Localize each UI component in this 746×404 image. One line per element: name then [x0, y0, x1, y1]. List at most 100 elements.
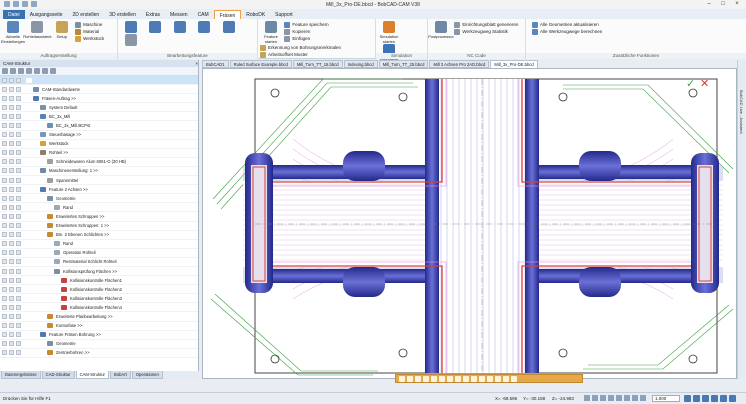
tree-row[interactable]: Spannmittel [0, 176, 198, 186]
tree-row[interactable]: Erweitertes Schruppen: 1 >> [0, 222, 198, 231]
rohteilassistent-button[interactable]: Rohteilassistent [23, 21, 52, 39]
right-side-panel-tab[interactable]: BobCAD Live - Assistent [737, 60, 746, 379]
tree-row-toggles[interactable] [0, 323, 26, 329]
menu-tab-support[interactable]: Support [270, 10, 298, 19]
tree-row-toggles[interactable] [0, 132, 26, 138]
einrichtungsblatt-button[interactable]: Einrichtungsblatt generieren [454, 21, 518, 28]
feature-face-button[interactable] [218, 21, 240, 34]
quick-access-toolbar[interactable] [4, 1, 37, 7]
tree-row-toggles[interactable] [0, 123, 26, 129]
aktuelle-einstellungen-button[interactable]: Aktuelle Einstellungen [1, 21, 25, 44]
document-tab[interactable]: Mill_3x_Pro-DE.bbcd [490, 60, 538, 68]
tree-row[interactable]: Restmaterial Schlicht Rohteil [0, 258, 198, 267]
tree-row[interactable]: System Default [0, 103, 198, 113]
left-panel-tab[interactable]: Datenergebnisse [1, 371, 41, 379]
tree-row-toggles[interactable] [0, 86, 26, 92]
snap-toggles[interactable] [584, 395, 646, 401]
left-panel-tab[interactable]: CAM-Struktur [75, 371, 109, 379]
status-icons[interactable] [684, 395, 736, 402]
tree-row[interactable]: Rand [0, 240, 198, 249]
tree-row[interactable]: Schneidewaren Alum 6061-O (30 HB) [0, 158, 198, 167]
tree-row-toggles[interactable] [0, 277, 26, 283]
tree-row-toggles[interactable] [0, 232, 26, 238]
menu-tab-datei[interactable]: Datei [3, 10, 25, 19]
tree-row-toggles[interactable] [0, 313, 26, 319]
tree-row-toggles[interactable] [0, 104, 26, 110]
tree-row-toggles[interactable] [0, 150, 26, 156]
left-panel-tab[interactable]: Operationen [131, 371, 163, 379]
material-button[interactable]: Material [75, 28, 104, 35]
tree-row-toggles[interactable] [0, 295, 26, 301]
tree-row[interactable]: Bm. 2 Ebenen Schlichten >> [0, 231, 198, 240]
menu-tab-cam[interactable]: CAM [193, 10, 214, 19]
tree-row[interactable]: Geometrie [0, 194, 198, 204]
tree-row[interactable]: Kollisionskontrolle Flächen1 [0, 276, 198, 286]
feature-2d-button[interactable] [120, 21, 142, 34]
left-panel-tab[interactable]: CAD-Struktur [41, 371, 75, 379]
werkzeugweg-statistik-button[interactable]: Werkzeugweg Statistik [454, 28, 518, 35]
tree-row-toggles[interactable] [0, 186, 26, 192]
tree-row-toggles[interactable] [0, 268, 26, 274]
feature-drill-button[interactable] [169, 21, 191, 34]
tree-row[interactable]: Feature Fräsen Bohrung >> [0, 331, 198, 340]
tree-row-toggles[interactable] [0, 332, 26, 338]
panel-close-icon[interactable]: × [195, 60, 198, 67]
feature-3d-button[interactable] [144, 21, 166, 34]
tree-row[interactable]: Werkstück [0, 140, 198, 149]
feature-pocket-button[interactable] [193, 21, 215, 34]
tree-row-toggles[interactable] [0, 250, 26, 256]
document-tab[interactable]: Indexing.bbcd [343, 60, 378, 68]
maschine-button[interactable]: Maschine [75, 21, 104, 28]
menu-tab-robodk[interactable]: RoboDK [241, 10, 270, 19]
feature-starten-button[interactable]: Feature starten [260, 21, 282, 44]
tree-row-toggles[interactable] [0, 304, 26, 310]
menu-tab-ausgangsseite[interactable]: Ausgangsseite [25, 10, 68, 19]
tree-row-toggles[interactable] [0, 204, 26, 210]
tree-row-toggles[interactable] [0, 350, 26, 356]
kopieren-button[interactable]: Kopieren [284, 28, 328, 35]
tree-row[interactable]: Fräsen-Auftrag >> [0, 94, 198, 104]
tree-row-toggles[interactable] [0, 195, 26, 201]
feature-more-button[interactable] [120, 34, 142, 47]
window-controls[interactable]: – □ × [702, 0, 744, 9]
tree-row[interactable]: Steuerbasage >> [0, 131, 198, 140]
tree-row-toggles[interactable] [0, 259, 26, 265]
werkstueck-button[interactable]: Werkstück [75, 35, 104, 42]
view-toolbar[interactable] [395, 374, 583, 383]
tree-row[interactable]: BC_3x_Mill.BCPst [0, 121, 198, 131]
alle-werkzeugwege-berechnen-button[interactable]: Alle Werkzeugwege berechnen [532, 28, 602, 35]
tree-row-toggles[interactable] [0, 141, 26, 147]
tree-row[interactable]: Erweiterte Planbearbeitung >> [0, 312, 198, 322]
zoom-field[interactable]: 1.000 [652, 395, 680, 402]
postprozessor-button[interactable]: Postprozessor [428, 21, 454, 39]
tree-row[interactable]: Erweitertes Schruppen >> [0, 212, 198, 222]
tree-row[interactable] [0, 76, 198, 86]
tree-row[interactable]: Konturfase >> [0, 322, 198, 331]
document-tab[interactable]: Ruled Surface Example.bbcd [229, 60, 292, 68]
document-tab[interactable]: Mill_Turn_TT_15.bbcd [292, 60, 343, 68]
tree-row[interactable]: Rand [0, 203, 198, 213]
tree-row[interactable]: Zentrierbohren >> [0, 349, 198, 358]
tree-row-toggles[interactable] [0, 113, 26, 119]
left-panel-tab[interactable]: BobArt [109, 371, 131, 379]
tree-row-toggles[interactable] [0, 341, 26, 347]
tree-row-toggles[interactable] [0, 168, 26, 174]
feature-speichern-button[interactable]: Feature speichern [284, 21, 329, 28]
tree-row[interactable]: Kollisionskontrolle Flächen2 [0, 285, 198, 295]
tree-row[interactable]: Kollisionskontrolle Flächen3 [0, 294, 198, 304]
tree-row-toggles[interactable] [0, 177, 26, 183]
tree-row[interactable]: CAM-Standardwerte [0, 85, 198, 95]
simulation-starten-button[interactable]: Simulation starten [378, 21, 400, 44]
tree-row[interactable]: Kollisionsprüfung Flächen >> [0, 267, 198, 277]
tree-row[interactable]: Rohteil >> [0, 149, 198, 158]
bohrungserkennung-button[interactable]: Erkennung von Bohrungsmerkmalen [260, 44, 341, 51]
tree-row[interactable]: BC_3x_Mill [0, 112, 198, 122]
tree-row-toggles[interactable] [0, 95, 26, 101]
graphics-viewport[interactable]: ✓ ✕ [202, 68, 737, 379]
document-tab[interactable]: Mill 3 Achsen Pro 2AD.bbcd [429, 60, 490, 68]
tree-row-toggles[interactable] [0, 241, 26, 247]
menu-tab-extras[interactable]: Extras [141, 10, 165, 19]
panel-toolbar[interactable] [0, 67, 198, 76]
tree-row[interactable]: Kollisionskontrolle Flächen4 [0, 303, 198, 313]
tree-row[interactable]: Geometrie [0, 340, 198, 349]
